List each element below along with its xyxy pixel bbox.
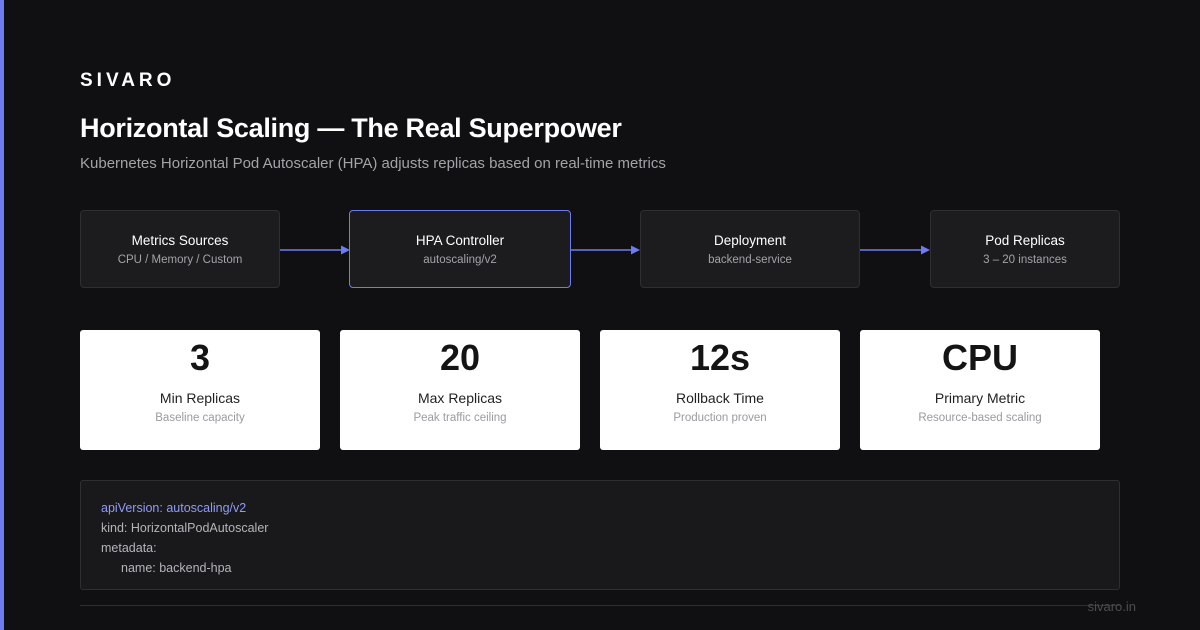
stat-value: 12s	[689, 337, 751, 378]
footer-divider	[80, 605, 1120, 606]
brand-logo: SIVARO	[80, 70, 176, 91]
stat-subtitle: Baseline capacity	[155, 412, 245, 424]
arrow-deployment-to-pods	[860, 245, 930, 255]
stat-label: Primary Metric	[934, 390, 1026, 406]
stat-value: 20	[439, 337, 481, 378]
stat-label: Rollback Time	[676, 390, 764, 406]
flow-node-subtitle: backend-service	[708, 254, 792, 266]
flow-node-metrics-sources: Metrics Sources CPU / Memory / Custom	[80, 210, 280, 288]
code-line-name: name: backend-hpa	[121, 561, 232, 575]
stat-card-rollback-time: 12s Rollback Time Production proven	[600, 330, 840, 450]
code-line-kind: kind: HorizontalPodAutoscaler	[101, 521, 269, 535]
stat-card-min-replicas: 3 Min Replicas Baseline capacity	[80, 330, 320, 450]
flow-node-hpa-controller: HPA Controller autoscaling/v2	[349, 210, 571, 288]
flow-node-title: Metrics Sources	[131, 233, 229, 248]
yaml-code-block: apiVersion: autoscaling/v2 kind: Horizon…	[80, 480, 1120, 590]
stat-subtitle: Production proven	[673, 412, 767, 424]
stat-card-max-replicas: 20 Max Replicas Peak traffic ceiling	[340, 330, 580, 450]
stat-value: CPU	[941, 337, 1018, 378]
stat-subtitle: Resource-based scaling	[918, 412, 1042, 424]
stat-label: Min Replicas	[159, 390, 241, 406]
flow-node-subtitle: 3 – 20 instances	[983, 254, 1067, 266]
flow-node-subtitle: CPU / Memory / Custom	[117, 254, 243, 266]
arrow-metrics-to-hpa	[280, 245, 350, 255]
flow-node-title: Pod Replicas	[985, 233, 1065, 248]
footer-url: sivaro.in	[1087, 599, 1136, 614]
stat-label: Max Replicas	[417, 390, 503, 406]
flow-node-pod-replicas: Pod Replicas 3 – 20 instances	[930, 210, 1120, 288]
page-title: Horizontal Scaling — The Real Superpower	[80, 113, 622, 143]
code-line-api-version: apiVersion: autoscaling/v2	[101, 501, 247, 515]
flow-node-title: HPA Controller	[415, 233, 505, 248]
stat-card-primary-metric: CPU Primary Metric Resource-based scalin…	[860, 330, 1100, 450]
left-accent-bar	[0, 0, 4, 630]
page-subtitle: Kubernetes Horizontal Pod Autoscaler (HP…	[80, 155, 666, 172]
flow-node-subtitle: autoscaling/v2	[423, 254, 497, 266]
flow-node-title: Deployment	[713, 233, 787, 248]
stat-subtitle: Peak traffic ceiling	[413, 412, 507, 424]
code-line-metadata: metadata:	[101, 541, 157, 555]
arrow-hpa-to-deployment	[571, 245, 640, 255]
flow-node-deployment: Deployment backend-service	[640, 210, 860, 288]
stat-value: 3	[189, 337, 211, 378]
